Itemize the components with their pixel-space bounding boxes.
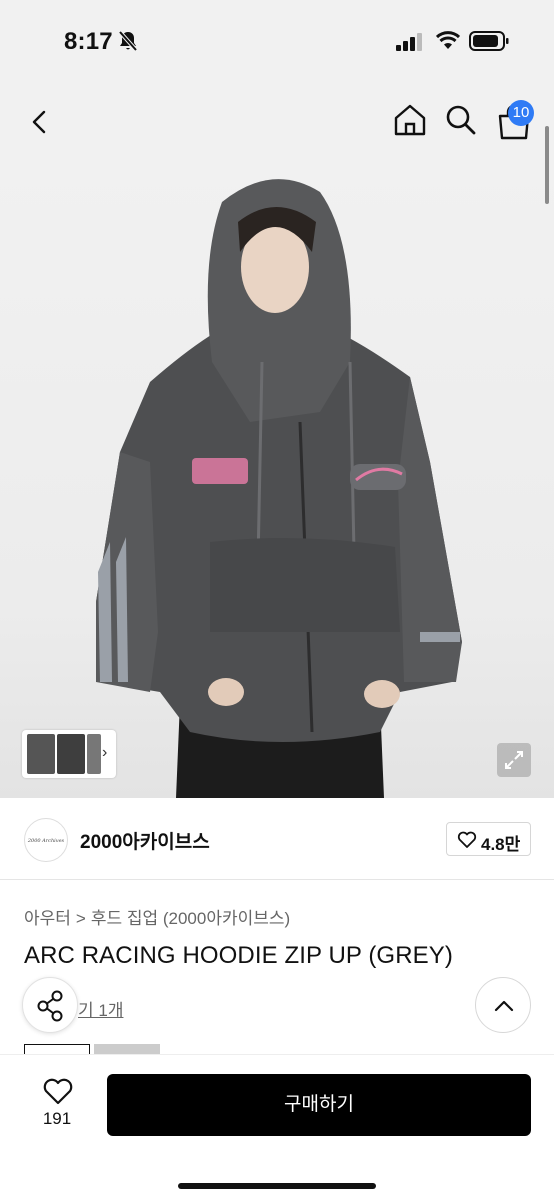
brand-row[interactable]: 2000 Archives 2000아카이브스 4.8만 — [0, 798, 554, 880]
heart-icon — [457, 831, 477, 848]
expand-icon — [505, 751, 523, 769]
product-title: ARC RACING HOODIE ZIP UP (GREY) — [24, 942, 453, 969]
home-icon[interactable] — [392, 102, 428, 138]
product-image[interactable] — [0, 162, 554, 798]
chevron-right-icon[interactable]: › — [102, 744, 107, 762]
share-button[interactable] — [22, 977, 78, 1033]
search-icon[interactable] — [443, 102, 479, 138]
image-thumbnail[interactable] — [57, 734, 85, 774]
wifi-icon — [436, 31, 460, 49]
status-time: 8:17 — [64, 28, 113, 55]
status-bar: 8:17 — [0, 0, 554, 82]
page-scrollbar[interactable] — [545, 126, 549, 204]
cart-count-badge: 10 — [508, 100, 534, 126]
signal-icon — [396, 33, 422, 51]
breadcrumb: 아우터 > 후드 집업 (2000아카이브스) — [24, 904, 295, 929]
bottom-action-bar: 191 구매하기 — [0, 1054, 554, 1200]
breadcrumb-category[interactable]: 아우터 — [24, 909, 71, 928]
home-indicator — [178, 1183, 376, 1189]
heart-icon — [43, 1078, 73, 1105]
image-thumbnail[interactable] — [27, 734, 55, 774]
review-link[interactable]: 기 1개 — [78, 996, 123, 1021]
breadcrumb-separator: > — [75, 909, 86, 928]
breadcrumb-subcategory[interactable]: 후드 집업 (2000아카이브스) — [91, 909, 290, 928]
image-thumbnail[interactable] — [87, 734, 101, 774]
brand-like-button[interactable]: 4.8만 — [446, 822, 531, 856]
brand-like-count: 4.8만 — [481, 835, 521, 854]
model-photo — [96, 179, 462, 798]
chevron-up-icon — [494, 1000, 514, 1012]
wishlist-count: 191 — [42, 1109, 72, 1128]
brand-avatar[interactable]: 2000 Archives — [24, 818, 68, 862]
expand-button[interactable] — [497, 743, 531, 777]
brand-name[interactable]: 2000아카이브스 — [80, 827, 210, 854]
share-icon — [37, 990, 63, 1022]
battery-icon — [469, 31, 509, 51]
image-thumbnail-strip[interactable]: › — [22, 730, 116, 778]
scroll-to-top-button[interactable] — [475, 977, 531, 1033]
top-nav — [0, 82, 554, 162]
bell-slash-icon — [118, 30, 138, 52]
back-icon[interactable] — [24, 104, 56, 140]
buy-button[interactable]: 구매하기 — [107, 1074, 531, 1136]
